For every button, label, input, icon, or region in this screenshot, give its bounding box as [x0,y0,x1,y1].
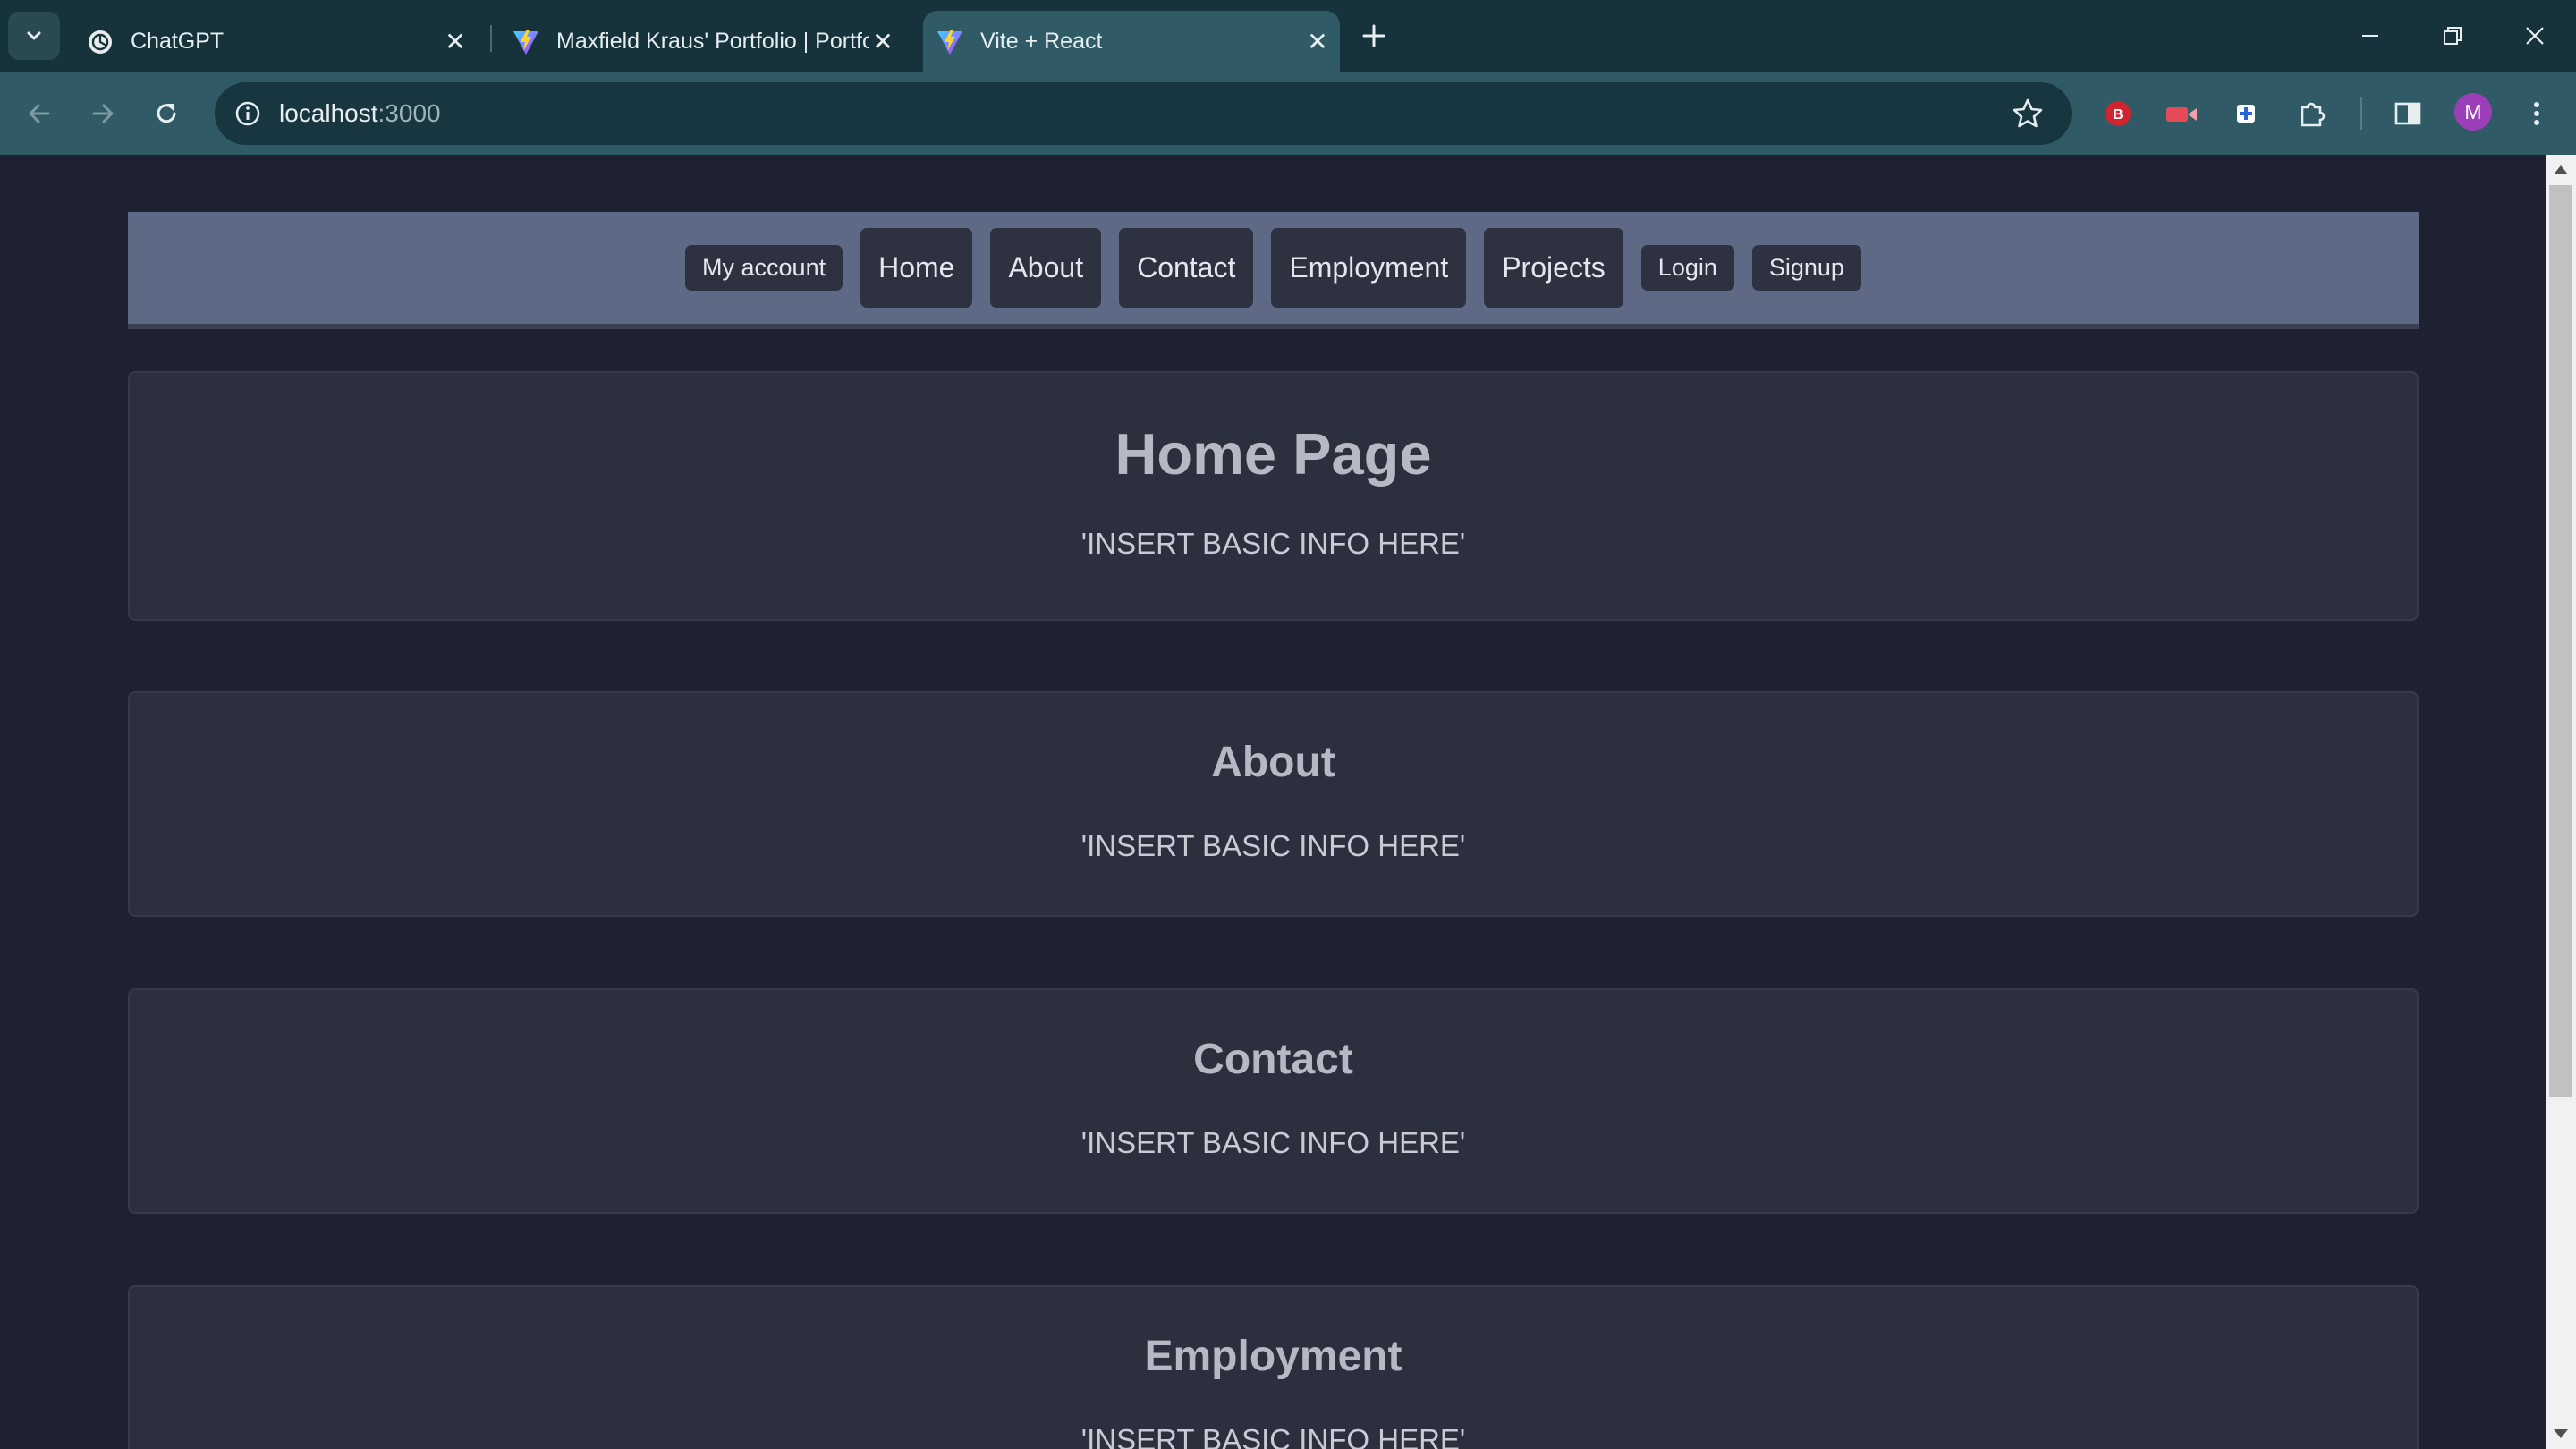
tab-title: Maxfield Kraus' Portfolio | Portfolio [556,29,869,54]
side-panel-icon [2394,102,2421,125]
tab-search-button[interactable] [8,12,60,60]
url-text: localhost:3000 [279,99,441,128]
employment-section: Employment 'INSERT BASIC INFO HERE' [128,1285,2419,1449]
menu-button[interactable] [2515,92,2558,135]
tab-chatgpt[interactable]: ChatGPT ✕ [72,11,476,72]
employment-body: 'INSERT BASIC INFO HERE' [1080,1423,1466,1449]
site-navbar: My account Home About Contact Employment… [128,212,2419,329]
back-button[interactable] [19,93,60,134]
home-section: Home Page 'INSERT BASIC INFO HERE' [128,371,2419,621]
url-host: localhost [279,99,378,127]
address-bar[interactable]: localhost:3000 [215,82,2072,145]
scroll-down-arrow-icon[interactable] [2554,1429,2568,1438]
bookmark-star-icon[interactable] [2011,97,2045,131]
employment-title: Employment [1144,1333,1402,1380]
about-body: 'INSERT BASIC INFO HERE' [1080,829,1466,862]
close-window-button[interactable] [2508,13,2562,59]
bitdefender-icon[interactable]: B [2097,92,2140,135]
nav-contact-button[interactable]: Contact [1119,228,1254,308]
puzzle-extension-icon[interactable] [2224,92,2267,135]
signup-button[interactable]: Signup [1751,245,1861,291]
about-section: About 'INSERT BASIC INFO HERE' [128,691,2419,917]
chatgpt-icon [86,28,114,56]
contact-title: Contact [1193,1036,1353,1083]
vite-icon [512,28,540,56]
minimize-button[interactable] [2343,13,2397,59]
extensions-button[interactable] [2291,92,2334,135]
new-tab-button[interactable] [1356,18,1392,54]
side-panel-button[interactable] [2386,92,2429,135]
browser-toolbar: localhost:3000 B M [0,72,2576,155]
restore-button[interactable] [2426,13,2479,59]
page-viewport: My account Home About Contact Employment… [0,155,2546,1449]
about-title: About [1211,739,1335,786]
tab-vite-react[interactable]: Vite + React ✕ [923,11,1340,72]
tab-title: ChatGPT [131,29,225,54]
profile-avatar[interactable]: M [2454,93,2492,131]
my-account-button[interactable]: My account [685,245,843,291]
svg-text:B: B [2113,107,2123,123]
reload-icon [157,104,176,123]
video-extension-icon[interactable] [2160,92,2203,135]
home-body: 'INSERT BASIC INFO HERE' [1080,527,1466,560]
tab-portfolio[interactable]: Maxfield Kraus' Portfolio | Portfolio ✕ [497,11,903,72]
tab-separator [490,25,492,52]
nav-projects-button[interactable]: Projects [1484,228,1623,308]
scroll-up-arrow-icon[interactable] [2554,165,2568,174]
toolbar-separator [2360,97,2362,130]
close-icon [2526,27,2544,45]
contact-body: 'INSERT BASIC INFO HERE' [1080,1126,1466,1159]
close-icon[interactable]: ✕ [1304,28,1331,55]
arrow-left-icon [29,104,50,123]
url-port: :3000 [377,99,441,127]
tab-title: Vite + React [980,29,1103,54]
close-icon[interactable]: ✕ [442,28,469,55]
close-icon[interactable]: ✕ [869,28,896,55]
more-vertical-icon [2534,102,2539,125]
nav-about-button[interactable]: About [990,228,1102,308]
nav-employment-button[interactable]: Employment [1271,228,1467,308]
arrow-right-icon [92,104,114,123]
login-button[interactable]: Login [1640,245,1734,291]
puzzle-icon [2301,102,2326,127]
scrollbar-thumb[interactable] [2549,185,2572,1097]
site-info-icon[interactable] [233,98,263,129]
vite-icon [936,28,964,56]
chevron-down-icon [27,31,41,40]
contact-section: Contact 'INSERT BASIC INFO HERE' [128,988,2419,1214]
forward-button[interactable] [82,93,123,134]
home-title: Home Page [1114,421,1432,487]
plus-icon [1362,24,1385,47]
browser-tab-bar: ChatGPT ✕ Maxfield Kraus' Portfolio | Po… [0,0,2576,72]
nav-home-button[interactable]: Home [860,228,973,308]
reload-button[interactable] [146,93,187,134]
restore-icon [2444,27,2462,45]
minimize-icon [2362,35,2378,37]
page-scrollbar[interactable] [2546,155,2576,1449]
